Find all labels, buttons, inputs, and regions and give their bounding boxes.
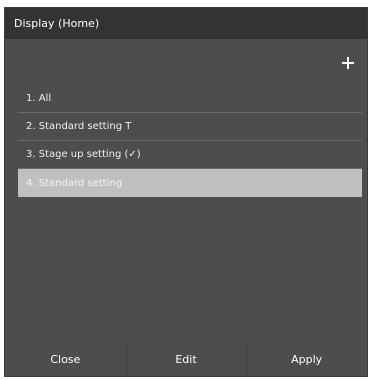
dialog-footer: Close Edit Apply bbox=[5, 343, 367, 376]
list-item-all[interactable]: 1. All bbox=[18, 85, 362, 113]
display-home-dialog: Display (Home) 1. All 2. Standard settin… bbox=[4, 7, 368, 377]
close-button-label: Close bbox=[50, 353, 81, 366]
list-toolbar bbox=[5, 39, 367, 85]
dialog-titlebar: Display (Home) bbox=[5, 8, 367, 39]
apply-button[interactable]: Apply bbox=[246, 343, 367, 376]
dialog-title: Display (Home) bbox=[14, 17, 100, 30]
edit-button-label: Edit bbox=[175, 353, 197, 366]
plus-icon[interactable] bbox=[341, 56, 355, 70]
list-item-label: 3. Stage up setting (✓) bbox=[26, 149, 141, 160]
list-item-label: 4. Standard setting bbox=[26, 177, 123, 189]
edit-button[interactable]: Edit bbox=[125, 343, 247, 376]
list-item-standard-setting[interactable]: 4. Standard setting bbox=[18, 169, 362, 197]
list-item-label: 1. All bbox=[26, 93, 52, 104]
list-item-standard-setting-t[interactable]: 2. Standard setting T bbox=[18, 113, 362, 141]
settings-list: 1. All 2. Standard setting T 3. Stage up… bbox=[18, 85, 362, 197]
list-item-stage-up-setting[interactable]: 3. Stage up setting (✓) bbox=[18, 141, 362, 169]
list-item-label: 2. Standard setting T bbox=[26, 121, 132, 132]
apply-button-label: Apply bbox=[291, 353, 323, 366]
close-button[interactable]: Close bbox=[5, 343, 126, 376]
